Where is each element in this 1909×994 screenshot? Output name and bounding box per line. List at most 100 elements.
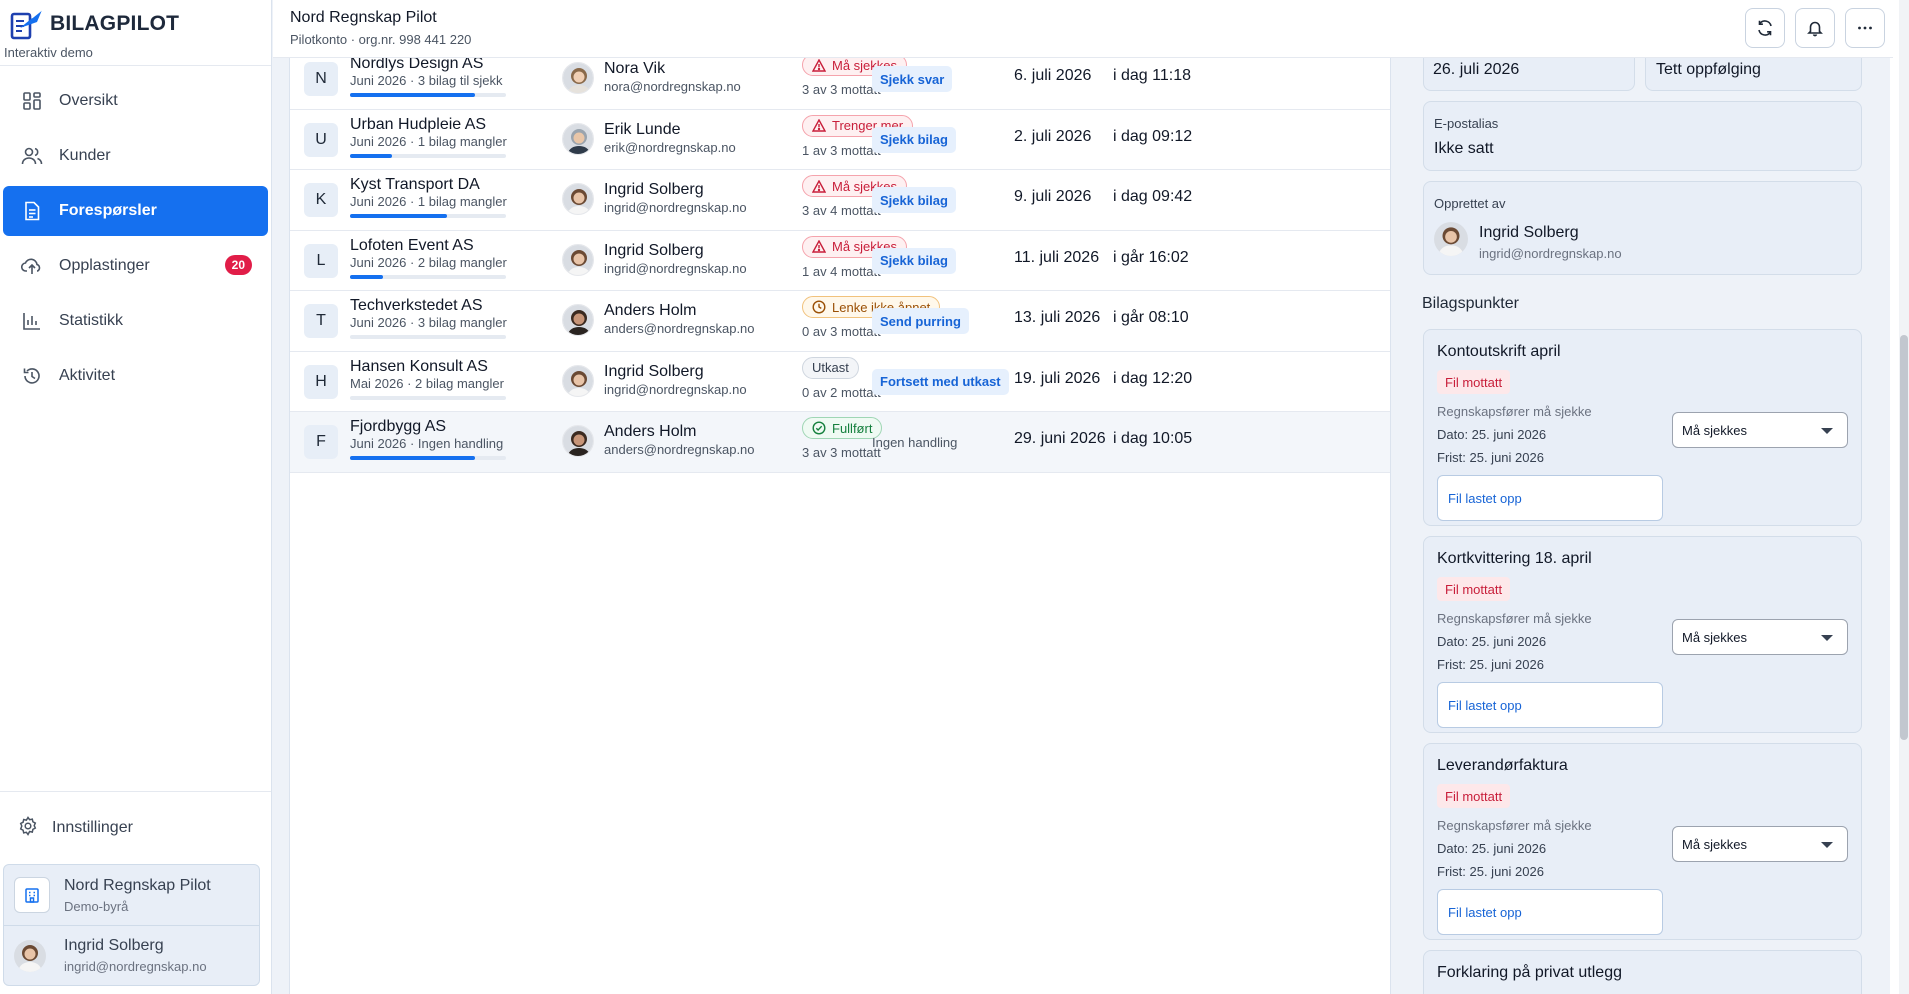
customer-name[interactable]: Urban Hudpleie AS <box>350 116 486 134</box>
assignee-avatar <box>562 425 594 457</box>
nav-item-foresporsler[interactable]: Forespørsler <box>3 186 268 236</box>
table-row[interactable]: T Techverkstedet AS Juni 2026 · 3 bilag ma… <box>290 291 1390 352</box>
row-action-button[interactable]: Sjekk bilag <box>872 126 956 153</box>
nav-item-opplastinger[interactable]: Opplastinger 20 <box>3 241 268 291</box>
document-point-title: Forklaring på privat utlegg <box>1437 964 1622 981</box>
row-action-button[interactable]: Sjekk bilag <box>872 247 956 274</box>
row-action-button[interactable]: Sjekk bilag <box>872 187 956 213</box>
brand: BILAGPILOT Interaktiv demo <box>0 0 271 66</box>
customer-initial-avatar: H <box>304 364 338 399</box>
table-row[interactable]: L Lofoten Event AS Juni 2026 · 2 bilag man… <box>290 231 1390 291</box>
table-row[interactable]: H Hansen Konsult AS Mai 2026 · 2 bilag man… <box>290 352 1390 412</box>
last-updated: i dag 12:20 <box>1113 369 1193 387</box>
status-label: Utkast <box>812 360 849 375</box>
select-value: Må sjekkes <box>1682 422 1748 438</box>
table-row[interactable]: F Fjordbygg AS Juni 2026 · Ingen handling A… <box>290 412 1390 473</box>
row-action-button[interactable]: Send purring <box>872 308 969 334</box>
nav-label: Aktivitet <box>59 367 116 384</box>
customer-name[interactable]: Fjordbygg AS <box>350 418 446 436</box>
customer-period-meta: Juni 2026 · 1 bilag mangler <box>350 133 507 149</box>
table-row[interactable]: N Nordlys Design AS Juni 2026 · 3 bilag ti… <box>290 49 1390 110</box>
assignee-name: Ingrid Solberg <box>604 362 704 380</box>
last-updated: i dag 09:42 <box>1113 188 1193 205</box>
chevron-down-icon <box>1821 428 1833 434</box>
created-by-card: Opprettet av Ingrid Solberg ingrid@nordr… <box>1423 181 1862 275</box>
document-deadline: Frist: 25. juni 2026 <box>1437 864 1544 879</box>
requests-main: N Nordlys Design AS Juni 2026 · 3 bilag ti… <box>272 0 1400 994</box>
topbar-subtitle: Pilotkonto · org.nr. 998 441 220 <box>290 32 472 47</box>
assignee-name: Erik Lunde <box>604 120 681 138</box>
customer-period-meta: Mai 2026 · 2 bilag mangler <box>350 375 504 391</box>
assignee-avatar <box>562 243 594 276</box>
customer-name[interactable]: Techverkstedet AS <box>350 297 483 315</box>
review-note: Regnskapsfører må sjekke <box>1437 404 1592 419</box>
nav-item-aktivitet[interactable]: Aktivitet <box>3 351 268 401</box>
nav-label: Kunder <box>59 147 111 164</box>
user-profile-button[interactable]: Ingrid Solberg ingrid@nordregnskap.no <box>4 925 259 985</box>
row-action-button[interactable]: Sjekk svar <box>872 66 953 92</box>
uploaded-file-link[interactable]: Fil lastet opp <box>1437 682 1663 728</box>
last-updated: i dag 10:05 <box>1113 430 1193 447</box>
user-email: ingrid@nordregnskap.no <box>64 959 207 974</box>
notifications-button[interactable] <box>1795 8 1835 48</box>
main-nav: Oversikt Kunder Forespørsler Opplastinge… <box>0 66 271 401</box>
users-icon <box>21 145 43 167</box>
nav-item-oversikt[interactable]: Oversikt <box>3 76 268 126</box>
nav-item-kunder[interactable]: Kunder <box>3 131 268 181</box>
more-options-button[interactable] <box>1845 8 1885 48</box>
document-deadline: Frist: 25. juni 2026 <box>1437 657 1544 672</box>
customer-period-meta: Juni 2026 · 3 bilag til sjekk <box>350 73 503 88</box>
bilagpilot-logo-icon <box>10 9 43 40</box>
panel-scrollbar[interactable] <box>1899 0 1909 994</box>
assignee-email: nora@nordregnskap.no <box>604 79 741 94</box>
review-note: Regnskapsfører må sjekke <box>1437 818 1592 833</box>
chevron-down-icon <box>1821 842 1833 848</box>
customer-name[interactable]: Kyst Transport DA <box>350 176 480 194</box>
assignee-email: ingrid@nordregnskap.no <box>604 260 747 276</box>
created-by-label: Opprettet av <box>1434 196 1506 211</box>
requests-table: N Nordlys Design AS Juni 2026 · 3 bilag ti… <box>289 0 1391 994</box>
assignee-name: Ingrid Solberg <box>604 241 704 259</box>
customer-initial-avatar: L <box>304 243 338 278</box>
uploaded-file-link[interactable]: Fil lastet opp <box>1437 889 1663 935</box>
settings-link[interactable]: Innstillinger <box>0 792 271 864</box>
row-action-button[interactable]: Fortsett med utkast <box>872 368 1009 395</box>
assignee-avatar <box>562 304 594 336</box>
brand-subtitle: Interaktiv demo <box>4 45 93 60</box>
organization-type: Demo-byrå <box>64 898 129 914</box>
assignee-avatar <box>562 364 594 397</box>
customer-period-meta: Juni 2026 · Ingen handling <box>350 436 504 451</box>
file-received-badge: Fil mottatt <box>1437 577 1511 601</box>
topbar-actions <box>1745 8 1885 48</box>
due-date: 19. juli 2026 <box>1014 369 1101 387</box>
customer-name[interactable]: Hansen Konsult AS <box>350 358 488 376</box>
document-point-title: Kontoutskrift april <box>1437 343 1561 360</box>
uploaded-file-link[interactable]: Fil lastet opp <box>1437 475 1663 521</box>
review-status-select[interactable]: Må sjekkes <box>1672 826 1848 862</box>
document-point-card: Leverandørfaktura Fil mottatt Regnskapsfør… <box>1423 743 1862 940</box>
progress-bar <box>350 153 506 158</box>
customer-name[interactable]: Lofoten Event AS <box>350 237 474 255</box>
assignee-name: Anders Holm <box>604 302 697 319</box>
table-row[interactable]: U Urban Hudpleie AS Juni 2026 · 1 bilag ma… <box>290 110 1390 170</box>
last-updated: i går 08:10 <box>1113 309 1189 326</box>
review-status-select[interactable]: Må sjekkes <box>1672 619 1848 655</box>
warning-icon <box>812 58 826 72</box>
progress-bar <box>350 214 506 218</box>
received-count: 0 av 2 mottatt <box>802 384 881 400</box>
organization-switcher[interactable]: Nord Regnskap Pilot Demo-byrå <box>4 865 259 925</box>
refresh-button[interactable] <box>1745 8 1785 48</box>
assignee-name: Ingrid Solberg <box>604 181 704 198</box>
uploads-count-badge: 20 <box>224 255 252 275</box>
nav-label: Oversikt <box>59 92 118 109</box>
warning-icon <box>812 119 826 132</box>
progress-fill <box>350 93 475 97</box>
scrollbar-thumb[interactable] <box>1900 335 1908 740</box>
nav-item-statistikk[interactable]: Statistikk <box>3 296 268 346</box>
assignee-email: anders@nordregnskap.no <box>604 442 755 457</box>
progress-bar <box>350 274 506 279</box>
file-received-badge: Fil mottatt <box>1437 784 1511 808</box>
customer-period-meta: Juni 2026 · 2 bilag mangler <box>350 254 507 270</box>
table-row[interactable]: K Kyst Transport DA Juni 2026 · 1 bilag ma… <box>290 170 1390 231</box>
review-status-select[interactable]: Må sjekkes <box>1672 412 1848 448</box>
